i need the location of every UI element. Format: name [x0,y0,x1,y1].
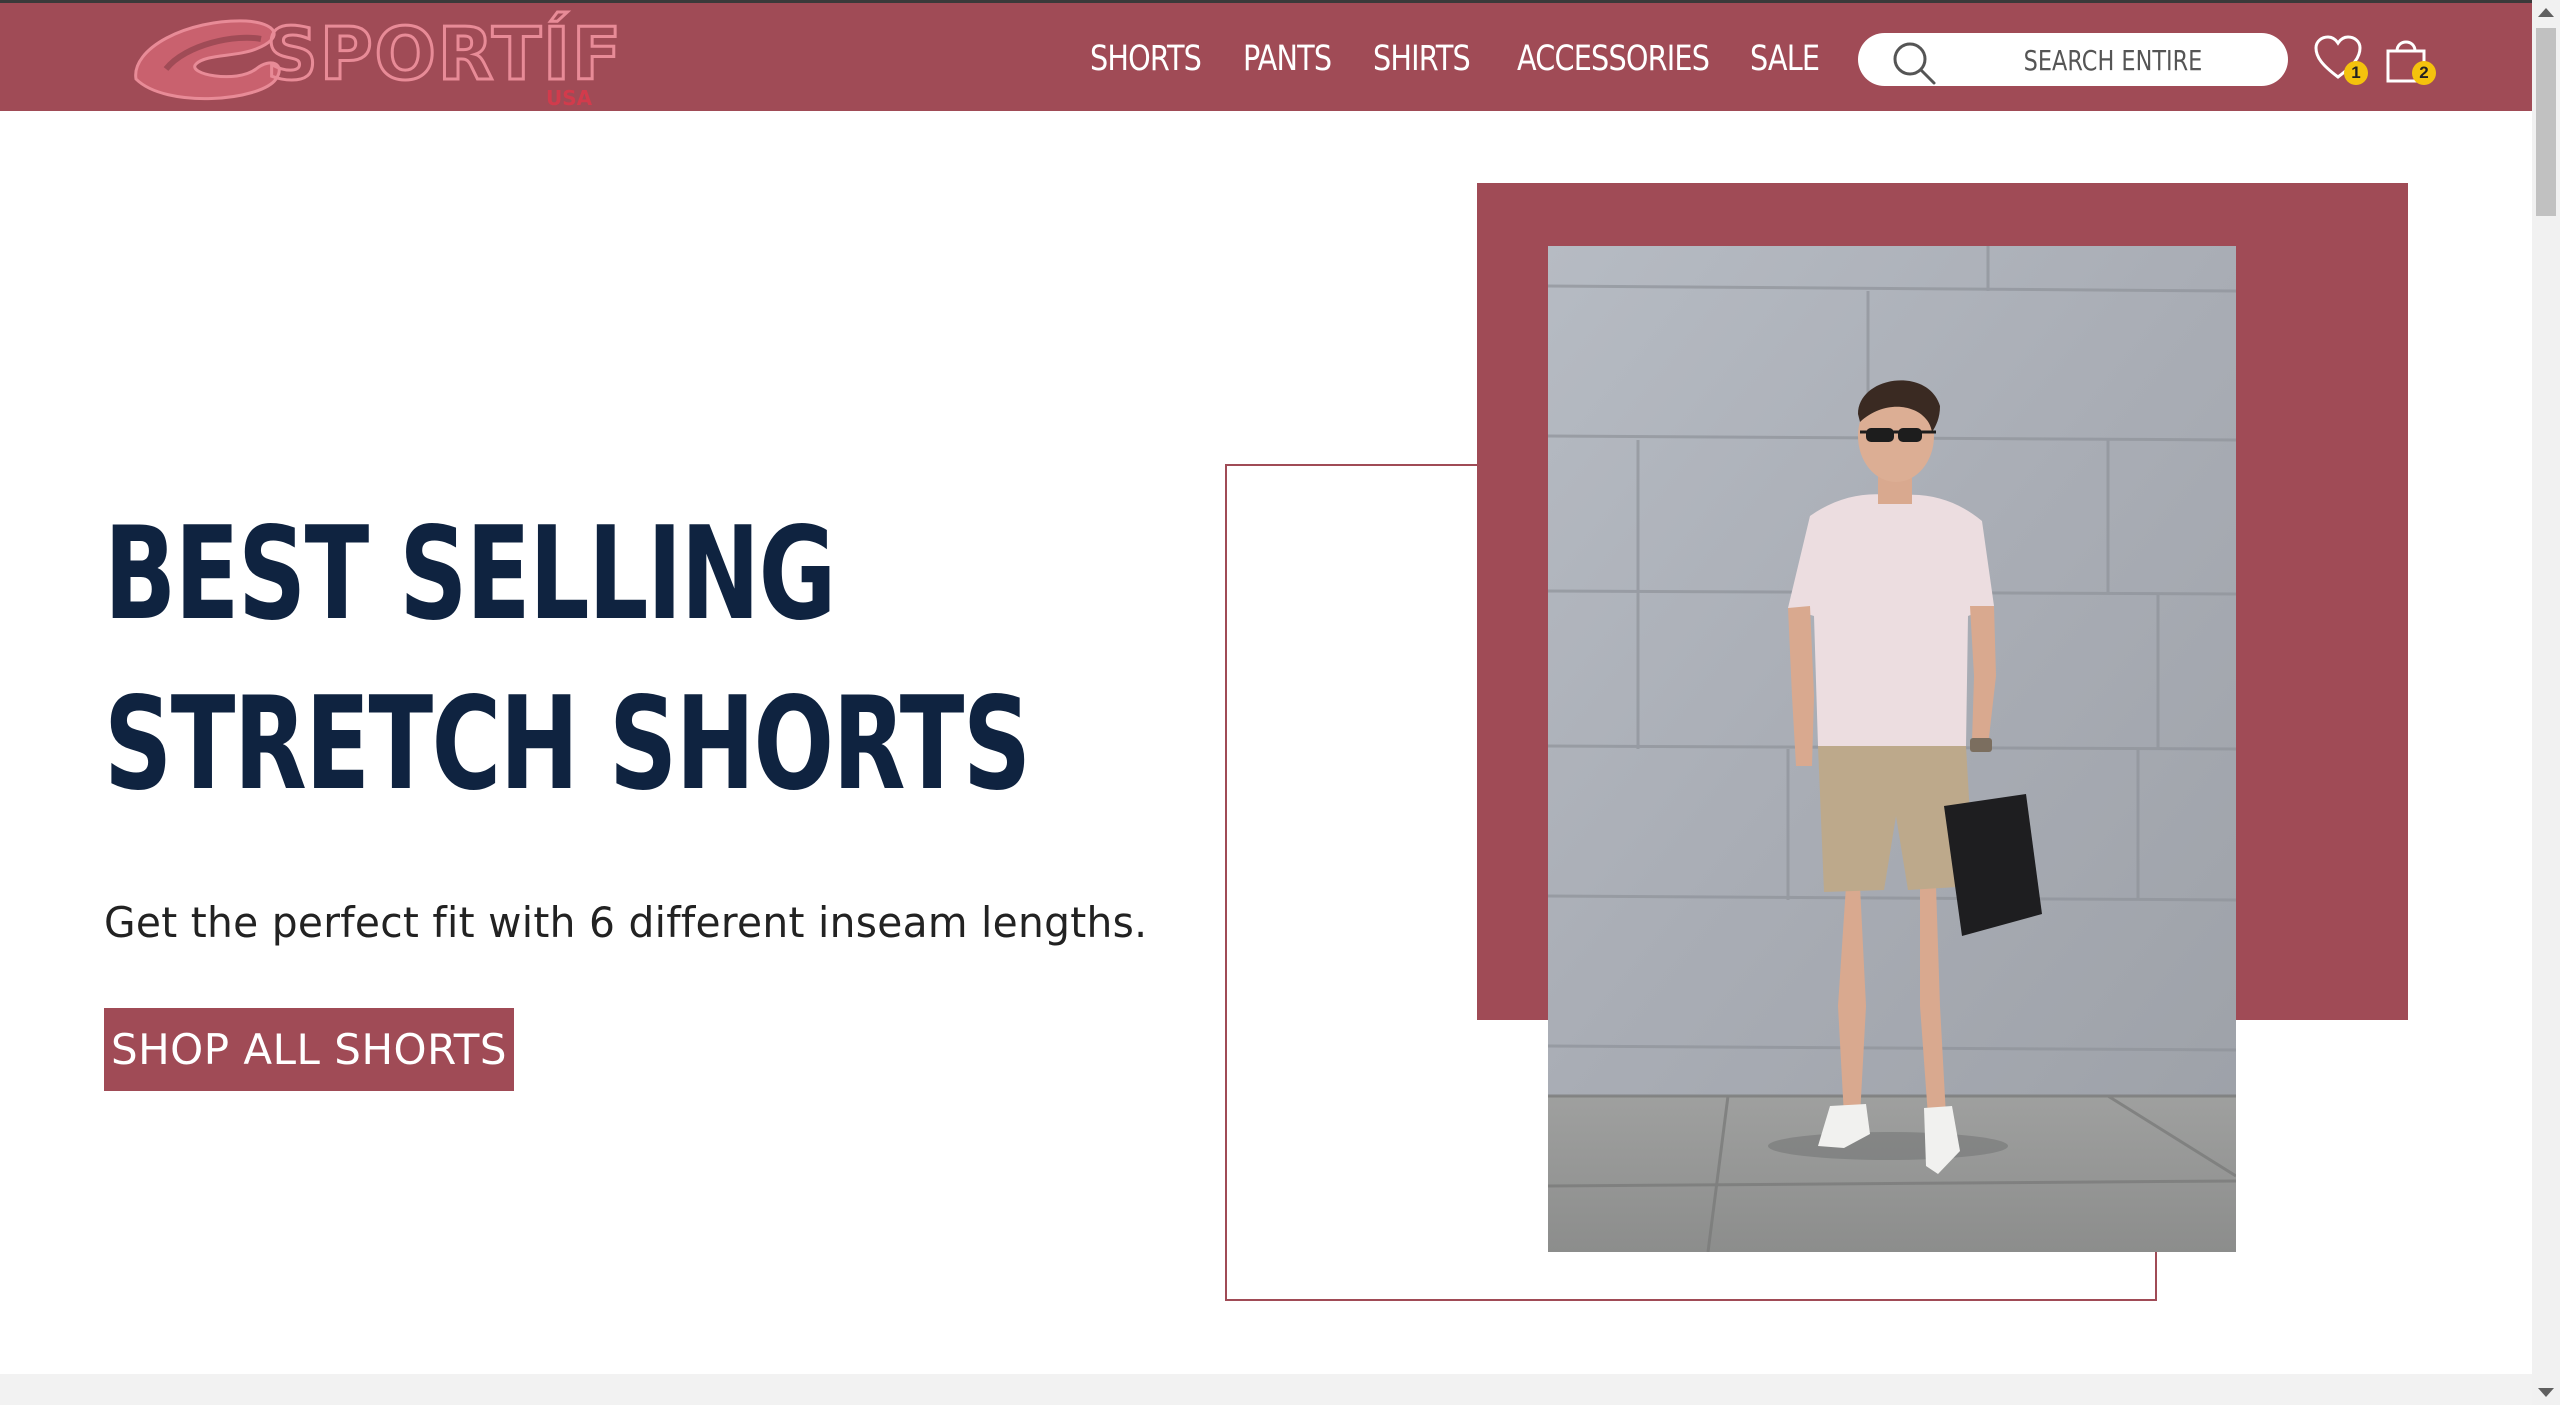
hero-title-line-2: STRETCH SHORTS [104,670,1031,819]
svg-text:USA: USA [546,86,593,109]
search-box[interactable] [1858,33,2288,86]
hero-subtitle: Get the perfect fit with 6 different ins… [104,898,1148,947]
search-icon[interactable] [1890,39,1938,87]
wishlist-button[interactable]: 1 [2312,33,2368,85]
page-bottom-strip [0,1374,2532,1405]
hero-model-photo [1548,246,2236,1252]
cart-button[interactable]: 2 [2380,33,2436,85]
nav-item-accessories[interactable]: ACCESSORIES [1517,39,1710,79]
nav-item-sale[interactable]: SALE [1750,39,1820,79]
shop-all-shorts-button[interactable]: SHOP ALL SHORTS [104,1008,514,1091]
nav-item-shirts[interactable]: SHIRTS [1373,39,1471,79]
nav-item-shorts[interactable]: SHORTS [1090,39,1202,79]
cart-count-badge: 2 [2412,61,2436,85]
sportif-logo[interactable]: SPORTÍF USA [126,9,626,110]
nav-item-pants[interactable]: PANTS [1243,39,1332,79]
scroll-down-arrow-icon[interactable] [2538,1388,2554,1397]
hero-title-line-1: BEST SELLING [104,500,836,649]
site-header: SPORTÍF USA SHORTS PANTS SHIRTS ACCESSOR… [0,0,2532,111]
scrollbar-thumb[interactable] [2536,28,2556,216]
wishlist-count-badge: 1 [2344,61,2368,85]
svg-text:SPORTÍF: SPORTÍF [266,12,623,96]
hero-title: BEST SELLING STRETCH SHORTS [104,490,1031,830]
search-input[interactable] [1989,41,2237,79]
scroll-up-arrow-icon[interactable] [2538,8,2554,17]
